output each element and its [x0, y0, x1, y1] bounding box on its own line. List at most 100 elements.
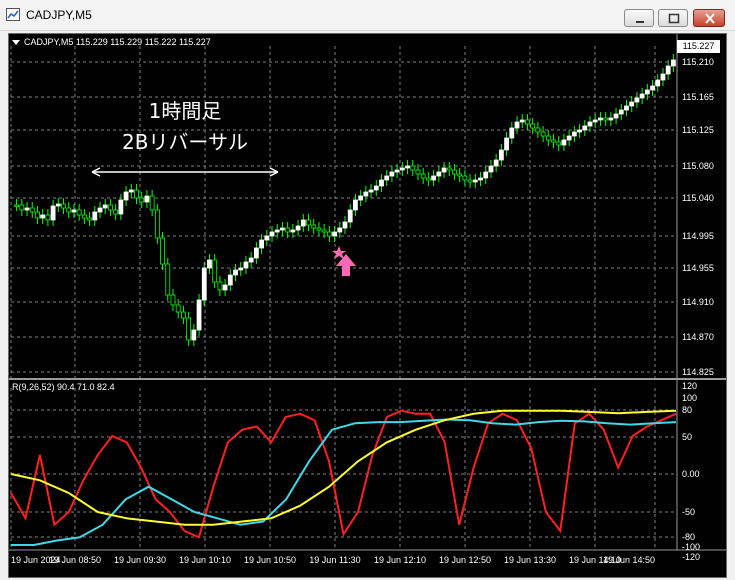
candle-body	[29, 207, 35, 213]
candle-body	[514, 121, 520, 129]
indicator-axis-label: 100	[682, 393, 697, 403]
candle-body	[431, 175, 437, 181]
candle-body	[97, 207, 103, 213]
candle-body	[629, 101, 635, 107]
candle-body	[582, 125, 588, 131]
candle-body	[394, 169, 400, 173]
candle-body	[61, 203, 66, 209]
candle-body	[639, 93, 645, 99]
candle-body	[55, 203, 61, 207]
candle-body	[81, 214, 87, 219]
candle-body	[478, 177, 483, 181]
time-axis-label: 19 Jun 13:30	[504, 555, 556, 565]
price-chart[interactable]: 115.210 115.165 115.125 115.080 115.040 114.9…	[0, 0, 735, 580]
candle-body	[264, 235, 270, 241]
candle-body	[212, 259, 218, 283]
candle-body	[472, 179, 478, 183]
candle-body	[285, 227, 291, 233]
candle-body	[337, 227, 343, 233]
candle-body	[598, 117, 603, 121]
time-axis-label: 19 Jun 14:50	[603, 555, 655, 565]
time-axis-label: 19 Jun 09:30	[114, 555, 166, 565]
chart-window: CADJPY,M5 115.210 115.165 115.125 115.080 11…	[0, 0, 735, 580]
candle-body	[540, 131, 546, 137]
price-axis-label: 115.040	[682, 193, 714, 203]
candle-body	[556, 141, 562, 146]
candle-body	[525, 119, 530, 125]
indicator-axis-label: 0.00	[682, 469, 700, 479]
candle-body	[222, 284, 228, 291]
indicator-axis-label: -50	[682, 507, 695, 517]
candle-body	[311, 224, 317, 229]
candle-body	[483, 171, 489, 179]
candle-body	[571, 131, 577, 137]
dropdown-arrow-icon[interactable]	[12, 40, 20, 46]
candle-body	[170, 294, 176, 306]
candle-body	[379, 179, 384, 187]
candle-body	[660, 73, 666, 81]
candle-body	[462, 175, 468, 181]
candle-body	[618, 109, 624, 115]
price-axis-label: 114.870	[682, 332, 714, 342]
candle-body	[405, 165, 410, 169]
price-axis-label: 114.825	[682, 367, 714, 377]
candle-body	[217, 281, 223, 291]
candle-body	[332, 231, 337, 237]
candle-body	[634, 97, 640, 103]
candle-body	[321, 229, 327, 233]
candle-body	[624, 105, 629, 111]
indicator-axis-label: -80	[682, 532, 695, 542]
candle-body	[592, 119, 598, 123]
indicator-slow-line	[10, 409, 677, 526]
candle-body	[92, 211, 98, 221]
candle-body	[410, 165, 416, 171]
candle-body	[426, 177, 431, 181]
indicator-axis-label: -100	[682, 542, 700, 552]
candle-body	[530, 123, 536, 129]
candle-body	[441, 167, 447, 173]
candle-body	[66, 207, 72, 213]
candle-body	[603, 117, 609, 121]
candle-body	[493, 159, 499, 167]
time-axis-label: 19 Jun 10:50	[244, 555, 296, 565]
candle-body	[118, 199, 124, 215]
candle-body	[186, 317, 192, 341]
candle-body	[144, 195, 150, 203]
candle-body	[243, 261, 249, 269]
candle-body	[561, 139, 567, 146]
candle-body	[76, 209, 82, 216]
candle-body	[655, 79, 661, 87]
candle-body	[207, 259, 212, 269]
time-axis-label: 19 Jun 12:10	[374, 555, 426, 565]
candle-body	[24, 207, 30, 211]
candle-body	[280, 227, 285, 231]
candle-body	[467, 179, 473, 183]
annotation-title: 1時間足	[148, 99, 222, 123]
candle-body	[535, 127, 541, 133]
candle-body	[201, 267, 207, 301]
price-axis-label: 115.165	[682, 92, 714, 102]
candle-body	[35, 211, 40, 219]
candle-body	[181, 311, 186, 319]
buy-arrow-icon	[336, 254, 356, 276]
indicator-axis-label: 50	[682, 432, 692, 442]
candle-body	[457, 173, 463, 177]
candle-body	[504, 137, 509, 151]
candle-body	[45, 214, 51, 221]
candle-body	[233, 269, 238, 276]
time-axis-label: 19 Jun 12:50	[439, 555, 491, 565]
candle-body	[87, 217, 92, 221]
candle-body	[358, 195, 364, 201]
candle-body	[644, 89, 650, 95]
candle-body	[566, 135, 572, 141]
candle-body	[238, 267, 244, 271]
candle-body	[399, 167, 405, 171]
candle-body	[269, 231, 275, 237]
candle-body	[113, 209, 119, 215]
candle-body	[300, 219, 306, 227]
symbol-info[interactable]: CADJPY,M5 115.229 115.229 115.222 115.22…	[12, 37, 211, 47]
current-price-tag: 115.227	[677, 40, 720, 53]
candle-body	[160, 237, 165, 265]
candle-body	[108, 204, 113, 211]
candle-body	[498, 149, 504, 161]
